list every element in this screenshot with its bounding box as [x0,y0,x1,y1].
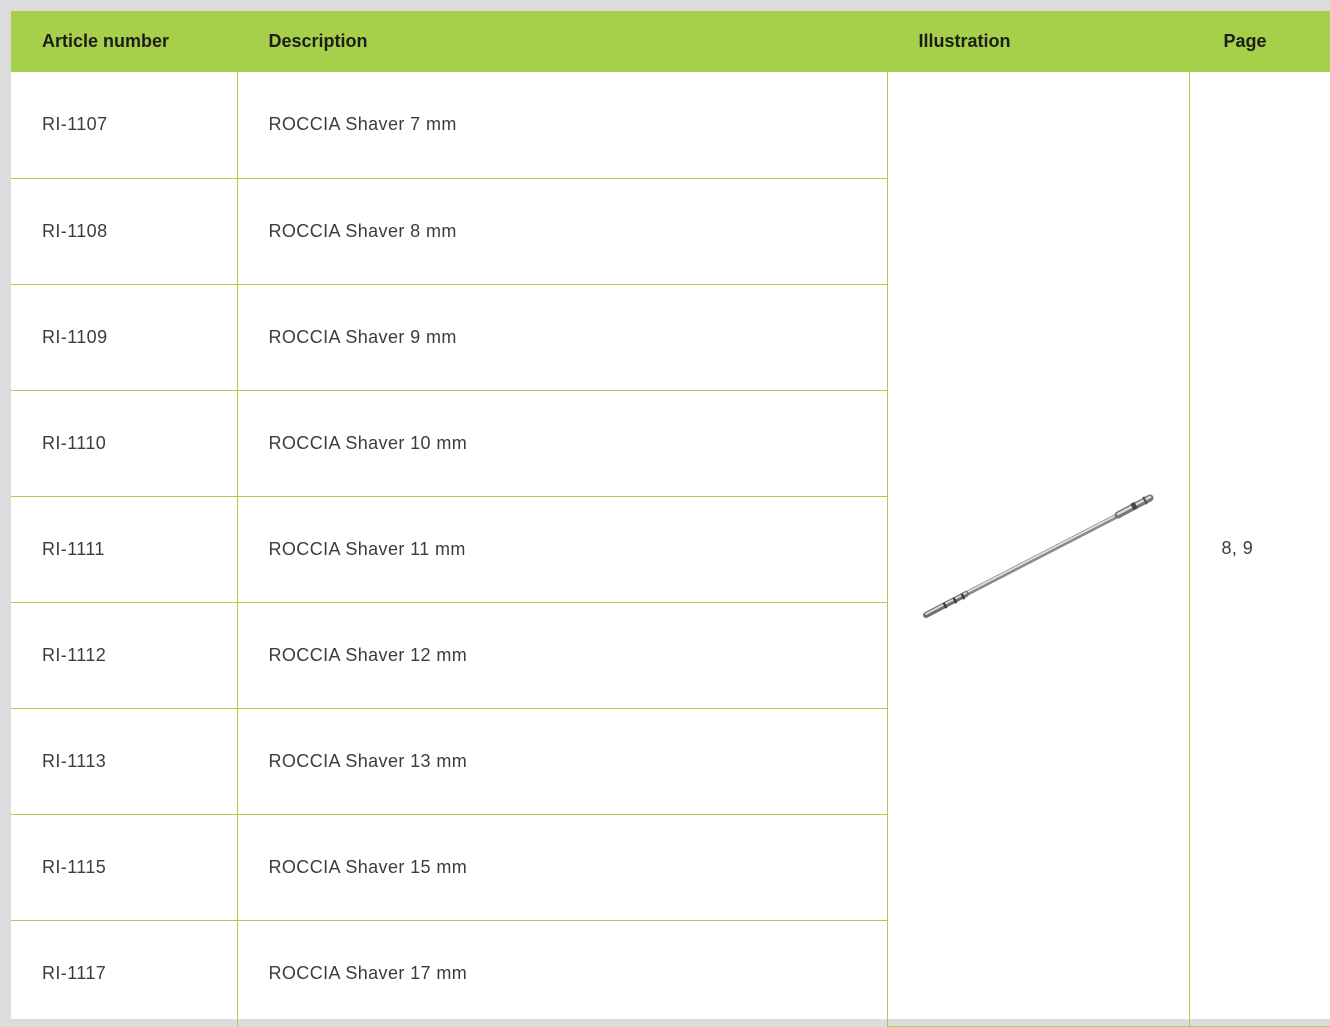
article-number-cell: RI-1115 [11,813,238,921]
table-header: Article number Description Illustration … [11,11,1330,72]
article-number-cell: RI-1109 [11,283,238,391]
description-cell: ROCCIA Shaver 9 mm [236,283,888,391]
header-illustration: Illustration [887,11,1190,72]
catalog-page: Article number Description Illustration … [11,11,1330,1027]
description-cell: ROCCIA Shaver 11 mm [236,495,888,603]
header-description: Description [237,11,888,72]
description-cell: ROCCIA Shaver 8 mm [236,177,888,285]
header-article-number: Article number [11,11,238,72]
description-cell: ROCCIA Shaver 15 mm [236,813,888,921]
page-reference-cell: 8, 9 [1188,72,1330,1027]
description-cell: ROCCIA Shaver 12 mm [236,601,888,709]
illustration-cell [886,72,1190,1027]
table-body: RI-1107 ROCCIA Shaver 7 mm 8, 9 RI-1108 … [11,72,1330,1027]
article-number-cell: RI-1108 [11,177,238,285]
article-number-cell: RI-1117 [11,919,238,1026]
description-cell: ROCCIA Shaver 17 mm [236,919,888,1026]
article-number-cell: RI-1110 [11,389,238,497]
shaver-instrument-image [923,494,1154,618]
article-number-cell: RI-1111 [11,495,238,603]
description-cell: ROCCIA Shaver 13 mm [236,707,888,815]
description-cell: ROCCIA Shaver 7 mm [236,72,888,179]
article-number-cell: RI-1112 [11,601,238,709]
table-row: RI-1107 ROCCIA Shaver 7 mm 8, 9 [11,72,1330,1027]
article-number-cell: RI-1113 [11,707,238,815]
header-page: Page [1189,11,1330,72]
article-table: Article number Description Illustration … [11,11,1330,1027]
header-row: Article number Description Illustration … [11,11,1330,72]
article-number-cell: RI-1107 [11,72,238,179]
description-cell: ROCCIA Shaver 10 mm [236,389,888,497]
